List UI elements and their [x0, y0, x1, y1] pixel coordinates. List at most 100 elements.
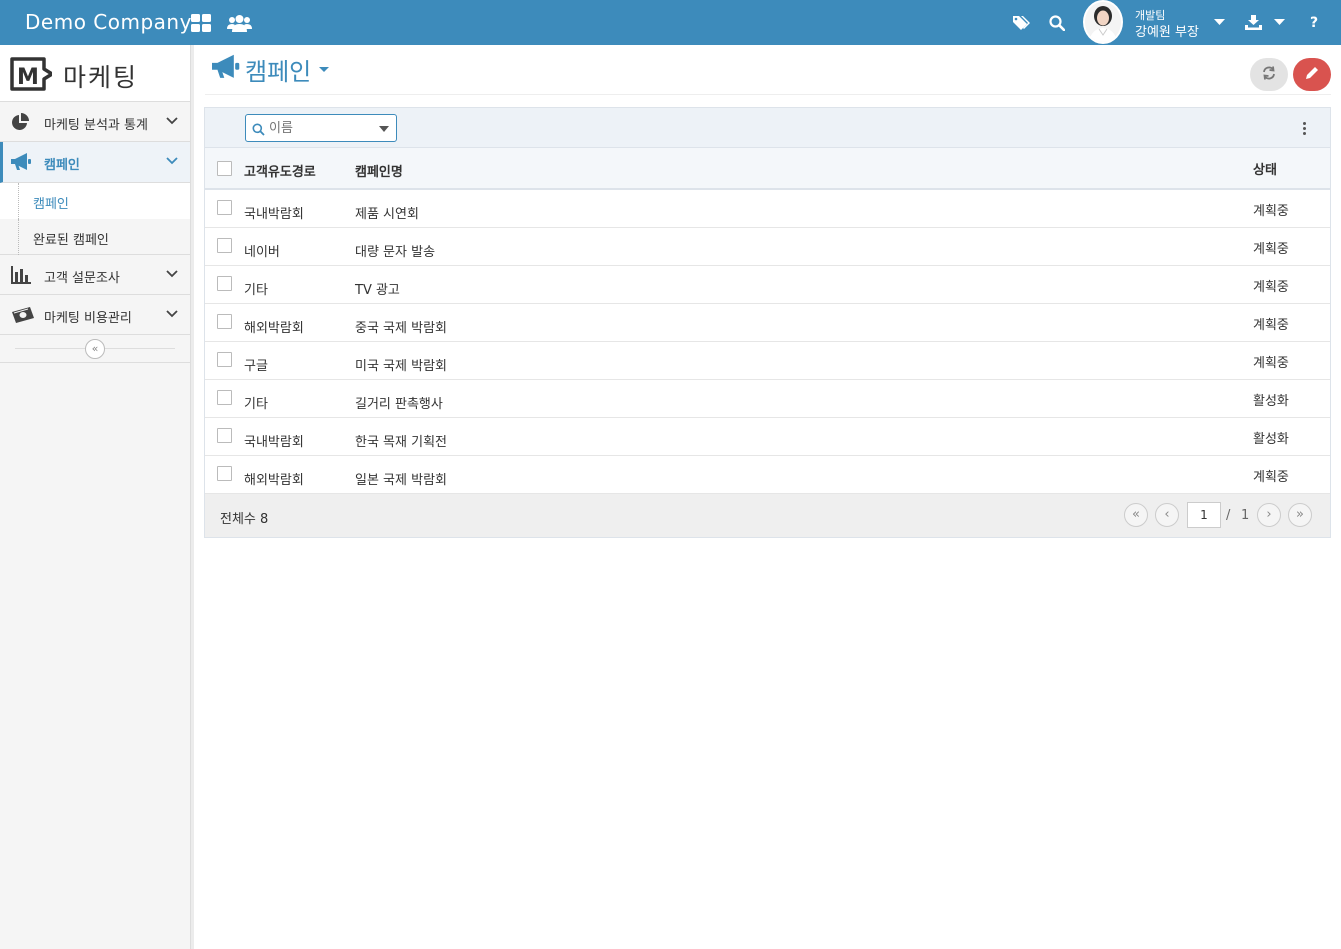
page-total: 1: [1241, 508, 1250, 523]
users-icon[interactable]: [226, 0, 252, 45]
cell-status: 계획중: [1253, 356, 1289, 371]
submenu-item-label: 완료된 캠페인: [33, 233, 109, 248]
marketing-logo-icon: M: [10, 57, 54, 95]
cell-name[interactable]: TV 광고: [355, 279, 400, 298]
cell-source: 국내박람회: [244, 207, 304, 222]
row-checkbox[interactable]: [217, 352, 232, 367]
pencil-icon: [1305, 65, 1319, 84]
sidebar-collapse-row: «: [0, 335, 190, 363]
sidebar-item-label: 마케팅 비용관리: [44, 311, 132, 326]
cell-name[interactable]: 제품 시연회: [355, 203, 419, 222]
sidebar-collapse-button[interactable]: «: [85, 339, 105, 359]
download-caret-icon[interactable]: [1272, 0, 1286, 45]
grid-toolbar: [205, 108, 1330, 148]
cell-status: 계획중: [1253, 470, 1289, 485]
title-dropdown-caret-icon[interactable]: [319, 67, 329, 72]
column-header-source[interactable]: 고객유도경로: [244, 161, 316, 180]
user-name[interactable]: 강예원 부장: [1135, 21, 1199, 40]
company-brand[interactable]: Demo Company: [25, 10, 192, 34]
cell-source: 기타: [244, 397, 268, 412]
chevron-down-icon: [166, 154, 178, 169]
cell-name[interactable]: 미국 국제 박람회: [355, 355, 447, 374]
page-title[interactable]: 캠페인: [245, 52, 311, 87]
chevron-down-icon: [166, 267, 178, 282]
user-menu-caret-icon[interactable]: [1212, 0, 1226, 45]
app-header: M 마케팅: [0, 45, 190, 102]
table-row[interactable]: 해외박람회 일본 국제 박람회 계획중: [205, 456, 1330, 494]
cell-status: 활성화: [1253, 432, 1289, 447]
table-row[interactable]: 구글 미국 국제 박람회 계획중: [205, 342, 1330, 380]
table-footer: 전체수 8 « ‹ 1 / 1 › »: [205, 494, 1330, 537]
cell-source: 구글: [244, 359, 268, 374]
search-icon[interactable]: [1047, 0, 1067, 45]
sidebar-item-survey[interactable]: 고객 설문조사: [0, 255, 190, 295]
apps-grid-icon[interactable]: [190, 0, 212, 45]
cell-name[interactable]: 한국 목재 기획전: [355, 431, 447, 450]
logo-letter: M: [17, 65, 39, 90]
table-row[interactable]: 네이버 대량 문자 발송 계획중: [205, 228, 1330, 266]
refresh-button[interactable]: [1250, 58, 1288, 91]
row-checkbox[interactable]: [217, 428, 232, 443]
bar-chart-icon: [11, 266, 31, 288]
cell-status: 계획중: [1253, 242, 1289, 257]
download-icon[interactable]: [1243, 0, 1263, 45]
table-row[interactable]: 국내박람회 한국 목재 기획전 활성화: [205, 418, 1330, 456]
sidebar-item-campaign[interactable]: 캠페인: [0, 142, 190, 183]
chevron-down-icon: [166, 114, 178, 129]
row-checkbox[interactable]: [217, 314, 232, 329]
tree-line: [18, 183, 19, 219]
cell-name[interactable]: 중국 국제 박람회: [355, 317, 447, 336]
sidebar-item-marketing-cost[interactable]: 마케팅 비용관리: [0, 295, 190, 335]
cell-name[interactable]: 길거리 판촉행사: [355, 393, 443, 412]
new-campaign-button[interactable]: [1293, 58, 1331, 91]
cell-status: 계획중: [1253, 318, 1289, 333]
page-number-input[interactable]: 1: [1187, 502, 1221, 528]
cell-status: 계획중: [1253, 280, 1289, 295]
table-row[interactable]: 기타 길거리 판촉행사 활성화: [205, 380, 1330, 418]
row-checkbox[interactable]: [217, 200, 232, 215]
cell-name[interactable]: 대량 문자 발송: [355, 241, 435, 260]
sidebar-resize-handle[interactable]: [191, 45, 194, 949]
column-header-name[interactable]: 캠페인명: [355, 161, 403, 180]
row-checkbox[interactable]: [217, 276, 232, 291]
submenu-item-campaign[interactable]: 캠페인: [0, 183, 190, 219]
column-header-status[interactable]: 상태: [1253, 159, 1277, 178]
prev-page-button[interactable]: ‹: [1155, 503, 1179, 527]
last-page-button[interactable]: »: [1288, 503, 1312, 527]
sidebar-item-label: 캠페인: [44, 158, 80, 173]
submenu-item-completed-campaign[interactable]: 완료된 캠페인: [0, 219, 190, 255]
sidebar: M 마케팅 마케팅 분석과 통계 캠페인 캠페인 완료된 캠페인 고객 설문조사: [0, 45, 191, 949]
first-page-button[interactable]: «: [1124, 503, 1148, 527]
cell-source: 기타: [244, 283, 268, 298]
cell-source: 네이버: [244, 245, 280, 260]
sidebar-item-analytics[interactable]: 마케팅 분석과 통계: [0, 102, 190, 142]
tag-icon[interactable]: [1012, 0, 1032, 45]
next-page-button[interactable]: ›: [1257, 503, 1281, 527]
search-input[interactable]: [269, 119, 369, 137]
row-checkbox[interactable]: [217, 238, 232, 253]
search-field-dropdown-icon[interactable]: [379, 126, 389, 132]
cell-source: 국내박람회: [244, 435, 304, 450]
search-filter[interactable]: [245, 114, 397, 142]
more-options-icon[interactable]: [1303, 122, 1307, 136]
page-header: 캠페인: [205, 45, 1331, 95]
chevron-down-icon: [166, 307, 178, 322]
help-icon[interactable]: ?: [1306, 0, 1322, 45]
sidebar-item-label: 마케팅 분석과 통계: [44, 118, 148, 133]
table-row[interactable]: 기타 TV 광고 계획중: [205, 266, 1330, 304]
row-checkbox[interactable]: [217, 390, 232, 405]
user-avatar[interactable]: [1083, 0, 1123, 44]
cell-name[interactable]: 일본 국제 박람회: [355, 469, 447, 488]
money-icon: [11, 306, 35, 328]
table-row[interactable]: 해외박람회 중국 국제 박람회 계획중: [205, 304, 1330, 342]
select-all-checkbox[interactable]: [217, 161, 232, 176]
cell-source: 해외박람회: [244, 473, 304, 488]
sidebar-item-label: 고객 설문조사: [44, 271, 120, 286]
pie-chart-icon: [11, 113, 31, 135]
campaign-grid: 고객유도경로 캠페인명 상태 국내박람회 제품 시연회 계획중 네이버 대량 문…: [204, 107, 1331, 538]
search-icon: [252, 121, 265, 140]
table-row[interactable]: 국내박람회 제품 시연회 계획중: [205, 190, 1330, 228]
row-checkbox[interactable]: [217, 466, 232, 481]
tree-line: [18, 219, 19, 255]
megaphone-icon: [212, 54, 242, 84]
